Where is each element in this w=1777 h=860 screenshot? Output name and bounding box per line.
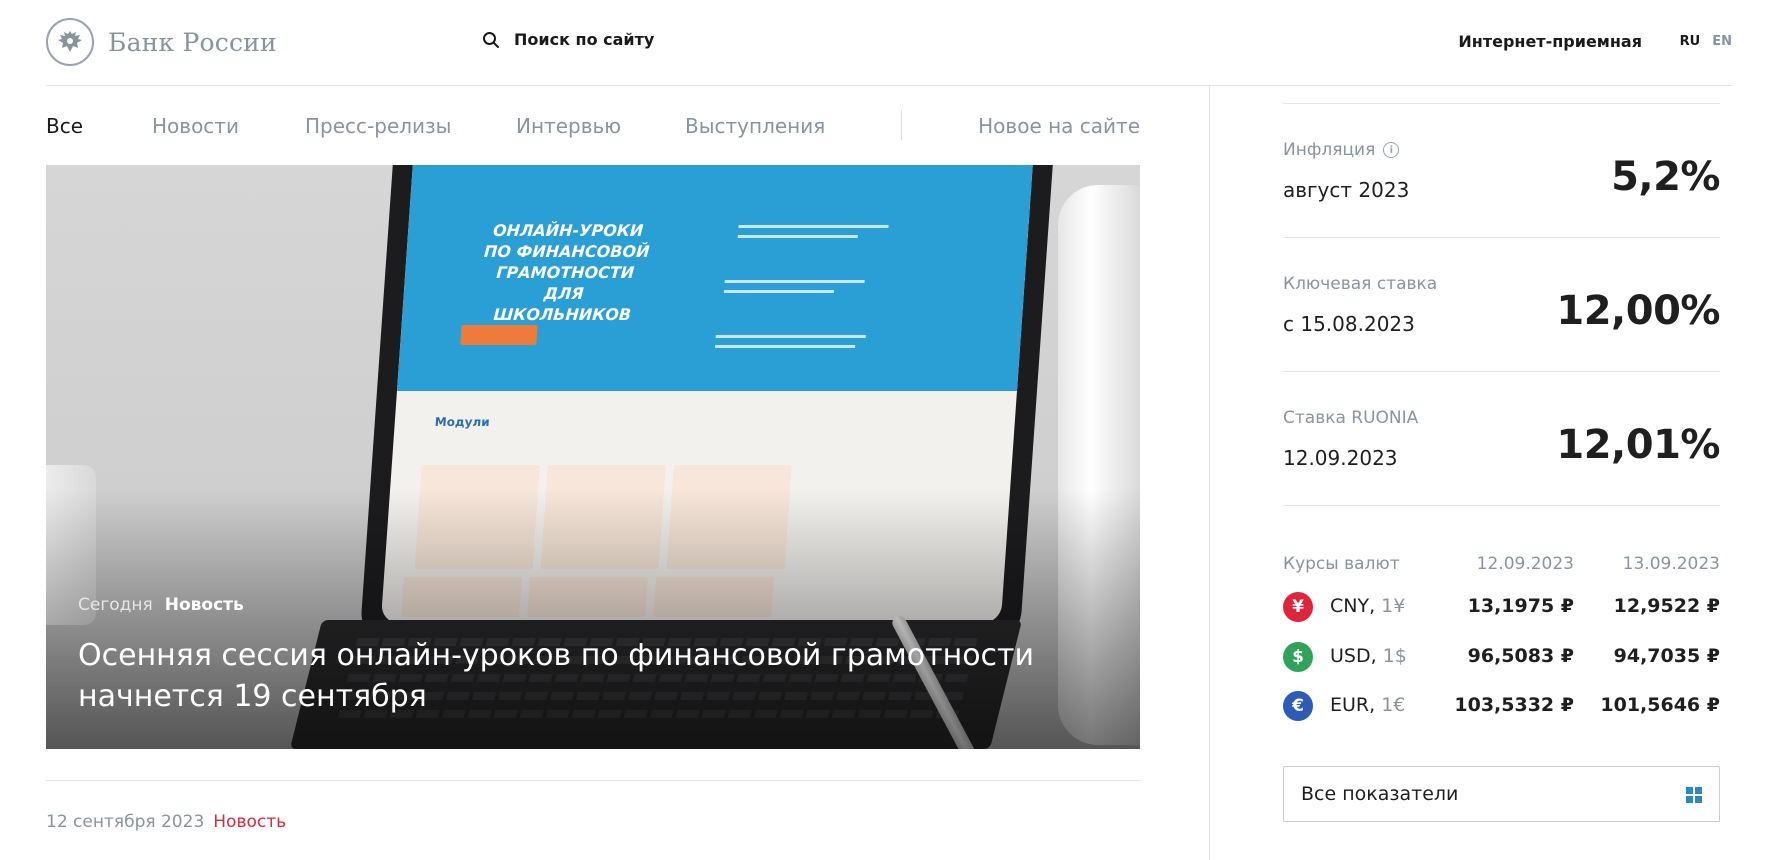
indicator-label: Инфляция i	[1283, 140, 1400, 160]
hero-news-card[interactable]: ОНЛАЙН-УРОКИ ПО ФИНАНСОВОЙ ГРАМОТНОСТИ Д…	[46, 165, 1140, 749]
rate-unit: 1€	[1381, 694, 1406, 716]
indicator-inflation[interactable]: Инфляция i август 2023 5,2%	[1283, 103, 1720, 237]
all-indicators-label: Все показатели	[1301, 783, 1459, 805]
rate-value-2: 101,5646 ₽	[1600, 694, 1720, 716]
indicator-date: 12.09.2023	[1283, 446, 1398, 470]
rates-header: Курсы валют 12.09.2023 13.09.2023	[1283, 506, 1720, 580]
news-tabs: Все Новости Пресс-релизы Интервью Выступ…	[46, 98, 1140, 154]
column-divider	[1209, 86, 1210, 860]
tab-press-releases[interactable]: Пресс-релизы	[305, 114, 451, 138]
tab-all[interactable]: Все	[46, 114, 83, 138]
hero-meta: Сегодня Новость	[78, 595, 244, 615]
indicator-date: август 2023	[1283, 178, 1410, 202]
rate-value-1: 103,5332 ₽	[1454, 694, 1574, 716]
screen-button	[460, 325, 538, 345]
news-type-link[interactable]: Новость	[213, 812, 286, 832]
indicator-date: с 15.08.2023	[1283, 312, 1415, 336]
screen-section-title: Модули	[434, 415, 491, 429]
rates-title: Курсы валют	[1283, 554, 1400, 574]
rate-value-1: 96,5083 ₽	[1467, 644, 1574, 667]
tab-news[interactable]: Новости	[152, 114, 239, 138]
key-indicators: Инфляция i август 2023 5,2% Ключевая ста…	[1283, 103, 1720, 505]
tabs-divider	[901, 110, 902, 140]
rate-code: USD,	[1330, 644, 1377, 667]
eagle-emblem-icon	[46, 18, 94, 66]
rate-code: CNY,	[1330, 595, 1376, 617]
rates-date-1: 12.09.2023	[1476, 554, 1574, 574]
rate-code: EUR,	[1330, 694, 1376, 716]
search-label: Поиск по сайту	[514, 30, 655, 49]
screen-text-line	[715, 335, 866, 338]
screen-nav	[501, 177, 962, 187]
lang-en[interactable]: EN	[1712, 34, 1732, 49]
hero-type[interactable]: Новость	[165, 595, 244, 615]
indicator-key-rate[interactable]: Ключевая ставка с 15.08.2023 12,00%	[1283, 237, 1720, 371]
rate-currency: USD, 1$	[1330, 645, 1407, 667]
yuan-icon: ¥	[1283, 592, 1313, 622]
euro-icon: €	[1283, 691, 1313, 721]
info-icon[interactable]: i	[1383, 142, 1400, 158]
rate-value-1: 13,1975 ₽	[1467, 595, 1574, 617]
indicator-label: Ключевая ставка	[1283, 274, 1438, 294]
rate-currency: EUR, 1€	[1330, 694, 1405, 716]
screen-text-line	[714, 345, 856, 348]
grid-icon	[1686, 787, 1702, 803]
site-search[interactable]: Поиск по сайту	[482, 30, 654, 49]
screen-text-line	[724, 280, 865, 283]
rates-date-2: 13.09.2023	[1622, 554, 1720, 574]
hero-title[interactable]: Осенняя сессия онлайн-уроков по финансов…	[78, 635, 1038, 717]
screen-text-line	[723, 290, 835, 293]
internet-reception-link[interactable]: Интернет-приемная	[1458, 32, 1642, 51]
tab-speeches[interactable]: Выступления	[685, 114, 825, 138]
rate-row-usd[interactable]: $ USD, 1$ 96,5083 ₽ 94,7035 ₽	[1283, 630, 1720, 680]
news-date: 12 сентября 2023	[46, 812, 205, 832]
indicator-value: 12,00%	[1556, 288, 1720, 334]
indicator-label-text: Инфляция	[1283, 140, 1376, 160]
search-icon	[483, 31, 499, 48]
exchange-rates: Курсы валют 12.09.2023 13.09.2023 ¥ CNY,…	[1283, 505, 1720, 729]
lang-ru[interactable]: RU	[1680, 34, 1701, 49]
rate-value-2: 94,7035 ₽	[1613, 644, 1720, 667]
rate-value-2: 12,9522 ₽	[1613, 595, 1720, 617]
indicator-value: 5,2%	[1611, 154, 1720, 200]
rate-row-cny[interactable]: ¥ CNY, 1¥ 13,1975 ₽ 12,9522 ₽	[1283, 580, 1720, 630]
indicator-value: 12,01%	[1556, 422, 1720, 468]
indicator-label: Ставка RUONIA	[1283, 408, 1419, 428]
screen-text-line	[737, 235, 858, 238]
logo-text: Банк России	[108, 27, 277, 57]
indicator-ruonia[interactable]: Ставка RUONIA 12.09.2023 12,01%	[1283, 371, 1720, 505]
language-switcher: RU EN	[1680, 34, 1732, 49]
dollar-icon: $	[1283, 641, 1313, 672]
screen-banner: ОНЛАЙН-УРОКИ ПО ФИНАНСОВОЙ ГРАМОТНОСТИ Д…	[396, 165, 1033, 391]
rate-row-eur[interactable]: € EUR, 1€ 103,5332 ₽ 101,5646 ₽	[1283, 679, 1720, 729]
bank-logo[interactable]: Банк России	[46, 18, 277, 66]
news-separator	[46, 780, 1140, 781]
news-item-meta: 12 сентября 2023 Новость	[46, 812, 286, 832]
tab-interviews[interactable]: Интервью	[516, 114, 621, 138]
screen-heading: ОНЛАЙН-УРОКИ ПО ФИНАНСОВОЙ ГРАМОТНОСТИ Д…	[483, 221, 651, 324]
site-header: Банк России Поиск по сайту Интернет-прие…	[46, 0, 1732, 86]
rate-unit: 1$	[1382, 644, 1407, 667]
tab-new-on-site[interactable]: Новое на сайте	[978, 114, 1140, 138]
screen-text-line	[738, 225, 889, 228]
rate-currency: CNY, 1¥	[1330, 595, 1405, 617]
rate-unit: 1¥	[1381, 595, 1406, 617]
hero-date: Сегодня	[78, 595, 153, 615]
all-indicators-button[interactable]: Все показатели	[1283, 766, 1720, 822]
